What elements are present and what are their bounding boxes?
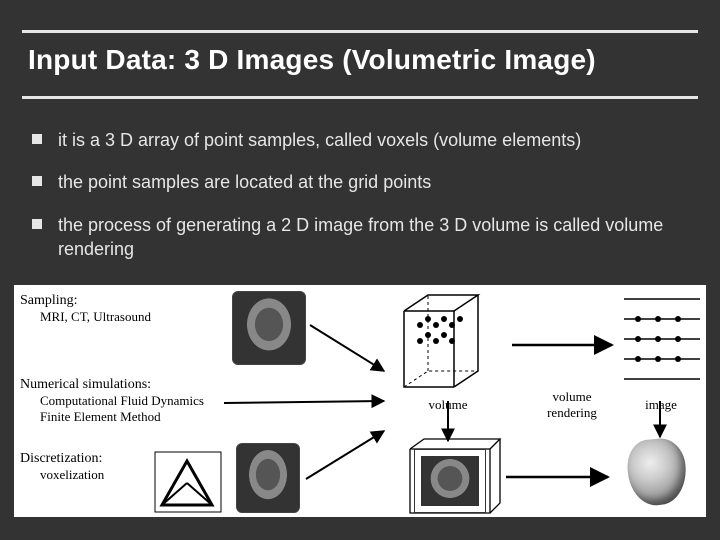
bullet-item: the point samples are located at the gri…	[32, 170, 688, 194]
bullet-text: the point samples are located at the gri…	[58, 172, 431, 192]
bullet-text: the process of generating a 2 D image fr…	[58, 215, 663, 259]
sampling-line: MRI, CT, Ultrasound	[40, 309, 230, 325]
numsim-line: Computational Fluid Dynamics	[40, 393, 230, 409]
numerical-simulations-block: Numerical simulations: Computational Flu…	[20, 377, 230, 425]
bullet-item: it is a 3 D array of point samples, call…	[32, 128, 688, 152]
sampling-header: Sampling:	[20, 293, 230, 309]
rule-top	[22, 30, 698, 33]
bullet-square-icon	[32, 134, 42, 144]
numsim-line: Finite Element Method	[40, 409, 230, 425]
slide-title: Input Data: 3 D Images (Volumetric Image…	[28, 44, 596, 76]
numsim-header: Numerical simulations:	[20, 377, 230, 393]
explanatory-figure: Sampling: MRI, CT, Ultrasound Numerical …	[14, 285, 706, 517]
bullet-item: the process of generating a 2 D image fr…	[32, 213, 688, 262]
rule-bottom	[22, 96, 698, 99]
triangle-mesh-icon	[154, 451, 222, 513]
bullet-list: it is a 3 D array of point samples, call…	[32, 128, 688, 279]
bullet-square-icon	[32, 219, 42, 229]
linking-arrows	[306, 323, 720, 519]
bullet-square-icon	[32, 176, 42, 186]
sampling-block: Sampling: MRI, CT, Ultrasound	[20, 293, 230, 325]
slide: Input Data: 3 D Images (Volumetric Image…	[0, 0, 720, 540]
bullet-text: it is a 3 D array of point samples, call…	[58, 130, 581, 150]
